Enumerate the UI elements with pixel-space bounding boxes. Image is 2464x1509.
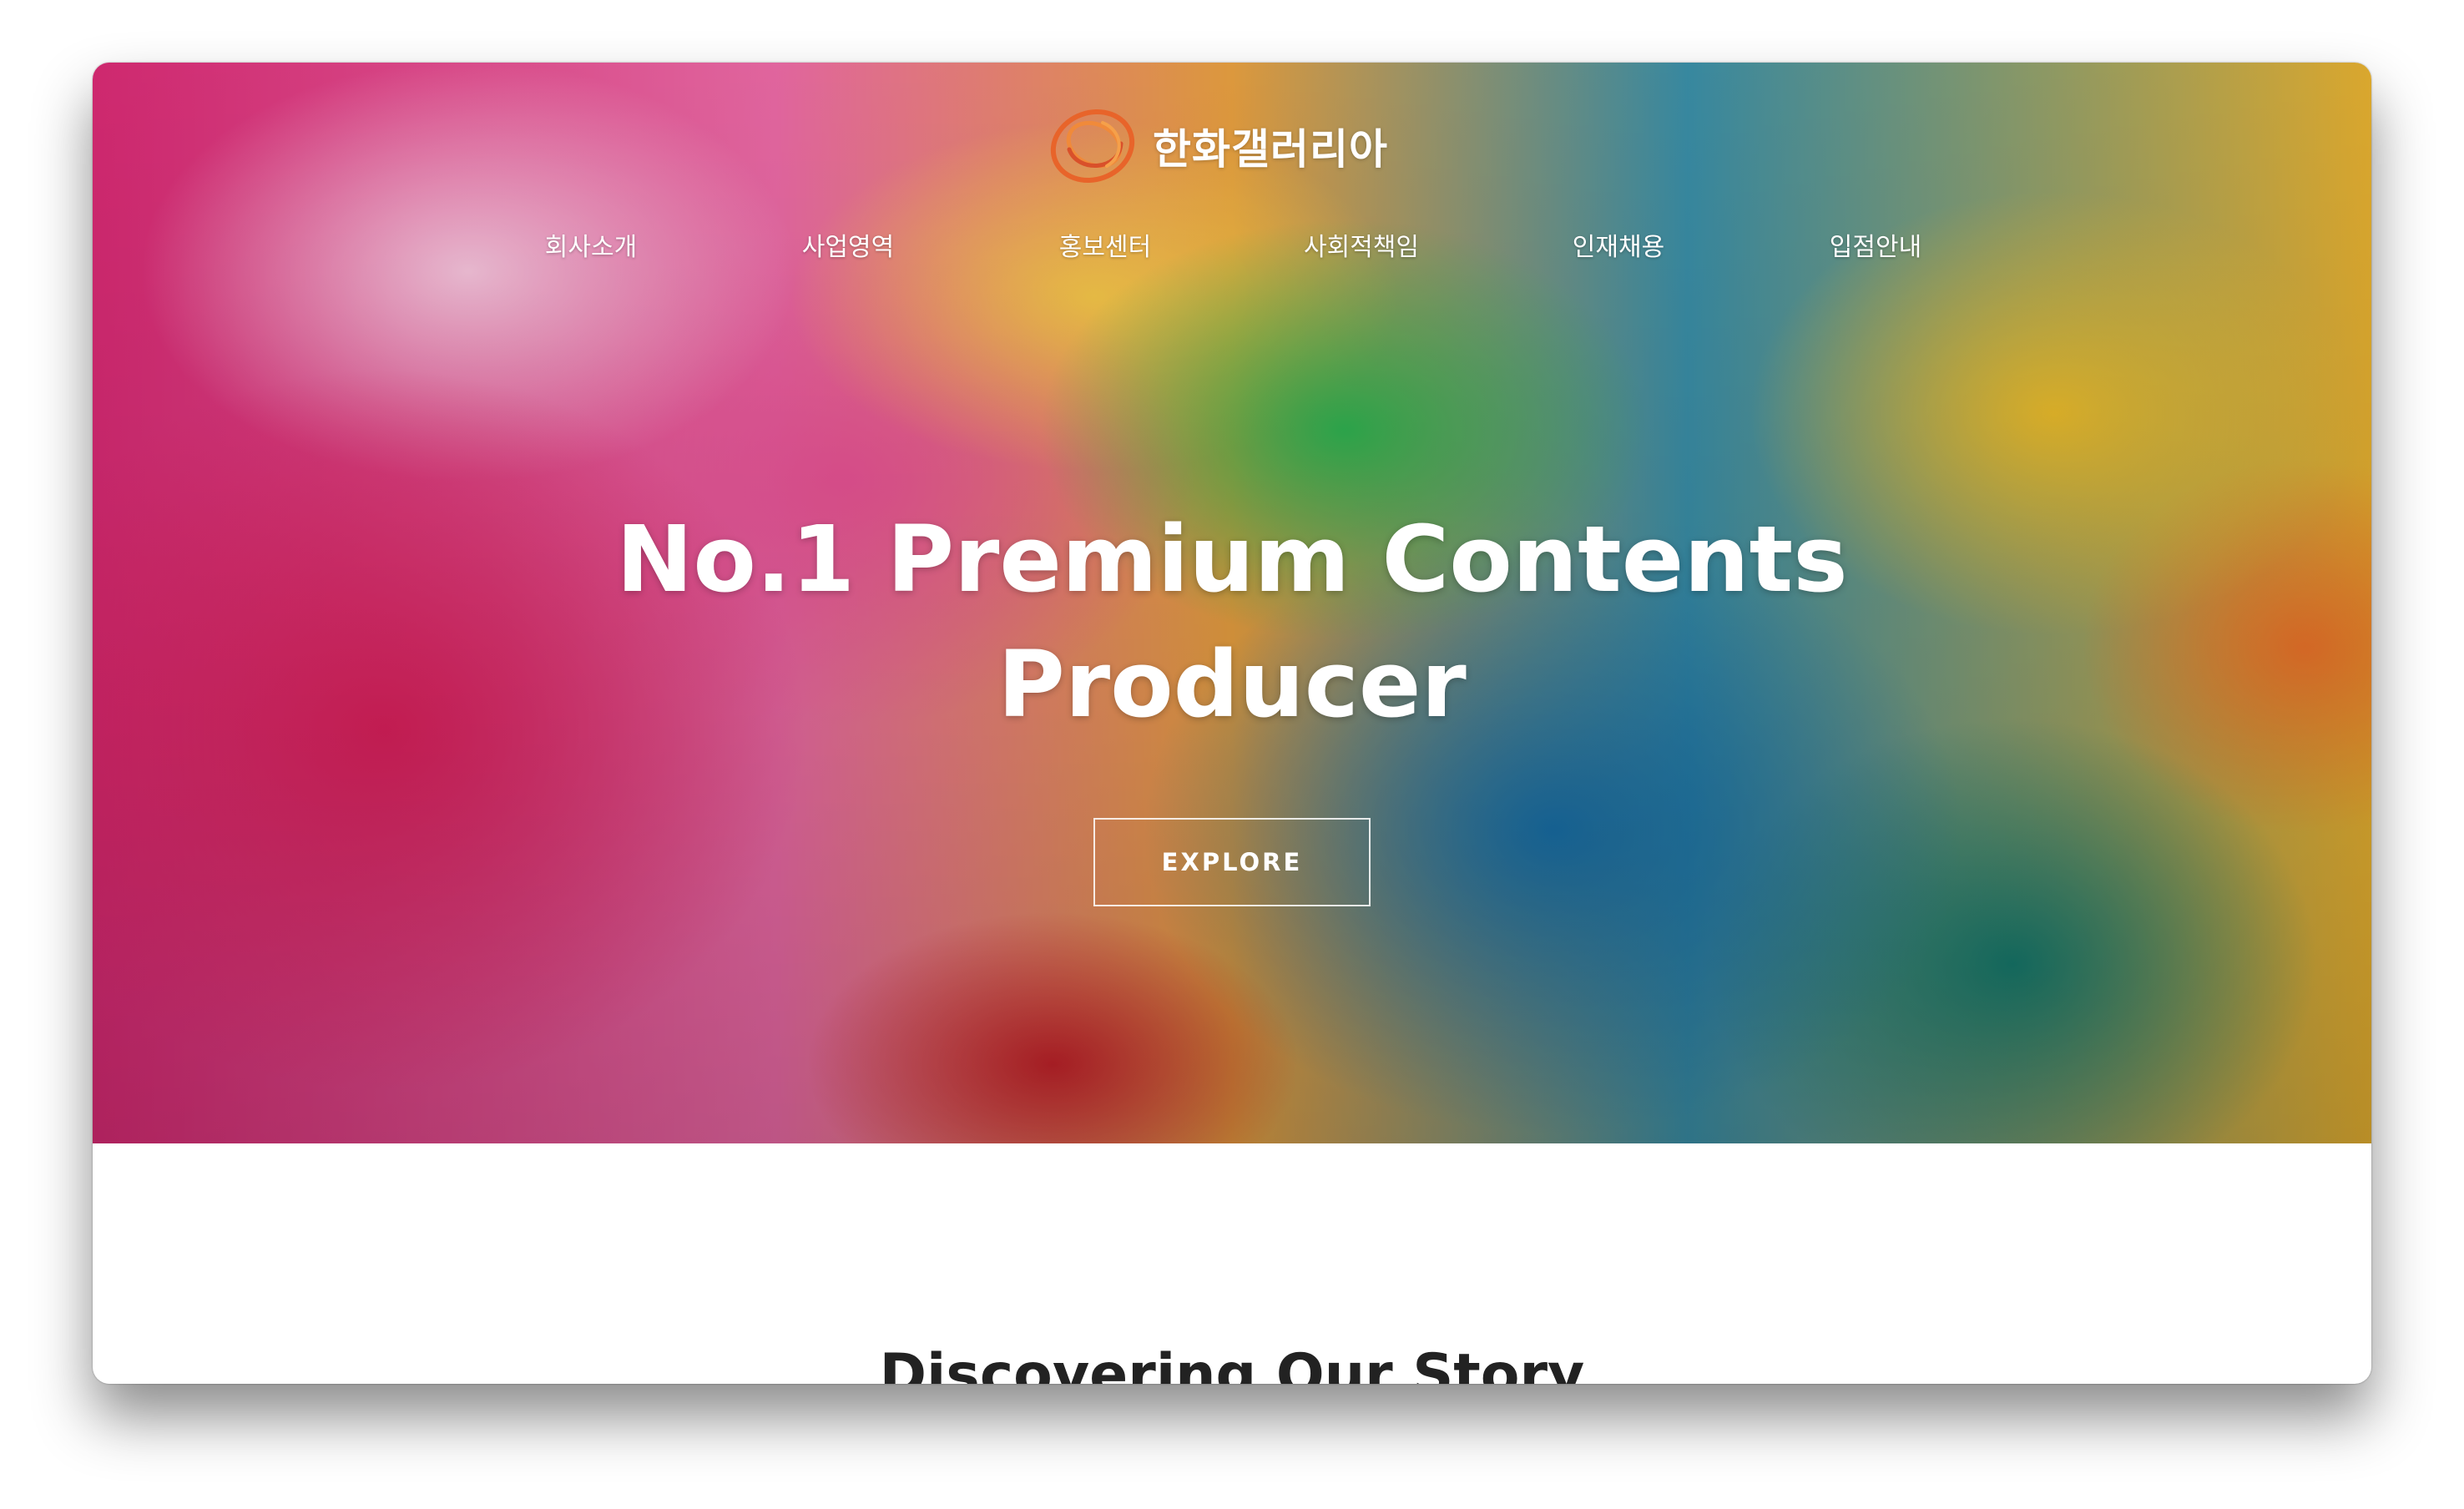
nav-item-pr-center[interactable]: 홍보센터 xyxy=(1013,226,1197,263)
main-nav: 회사소개 사업영역 홍보센터 사회적책임 인재채용 입점안내 xyxy=(93,226,2371,268)
browser-window: 한화갤러리아 회사소개 사업영역 홍보센터 사회적책임 인재채용 입점안내 No… xyxy=(93,63,2371,1384)
hero-headline: No.1 Premium Contents Producer xyxy=(93,497,2371,747)
swirl-ring-icon xyxy=(1050,109,1135,184)
hero-headline-line2: Producer xyxy=(997,631,1467,738)
explore-button[interactable]: EXPLORE xyxy=(1093,818,1371,906)
nav-item-csr[interactable]: 사회적책임 xyxy=(1270,226,1453,263)
nav-item-company[interactable]: 회사소개 xyxy=(499,226,683,263)
nav-item-store-entry[interactable]: 입점안내 xyxy=(1784,226,1967,263)
hero-headline-line1: No.1 Premium Contents xyxy=(616,506,1848,613)
brand-name: 한화갤러리아 xyxy=(1153,125,1388,174)
nav-item-careers[interactable]: 인재채용 xyxy=(1527,226,1710,263)
nav-item-business[interactable]: 사업영역 xyxy=(756,226,940,263)
hero-section: 한화갤러리아 회사소개 사업영역 홍보센터 사회적책임 인재채용 입점안내 No… xyxy=(93,63,2371,1143)
brand-logo[interactable]: 한화갤러리아 xyxy=(1044,96,1388,196)
story-section-title: Discovering Our Story xyxy=(879,1342,1585,1384)
